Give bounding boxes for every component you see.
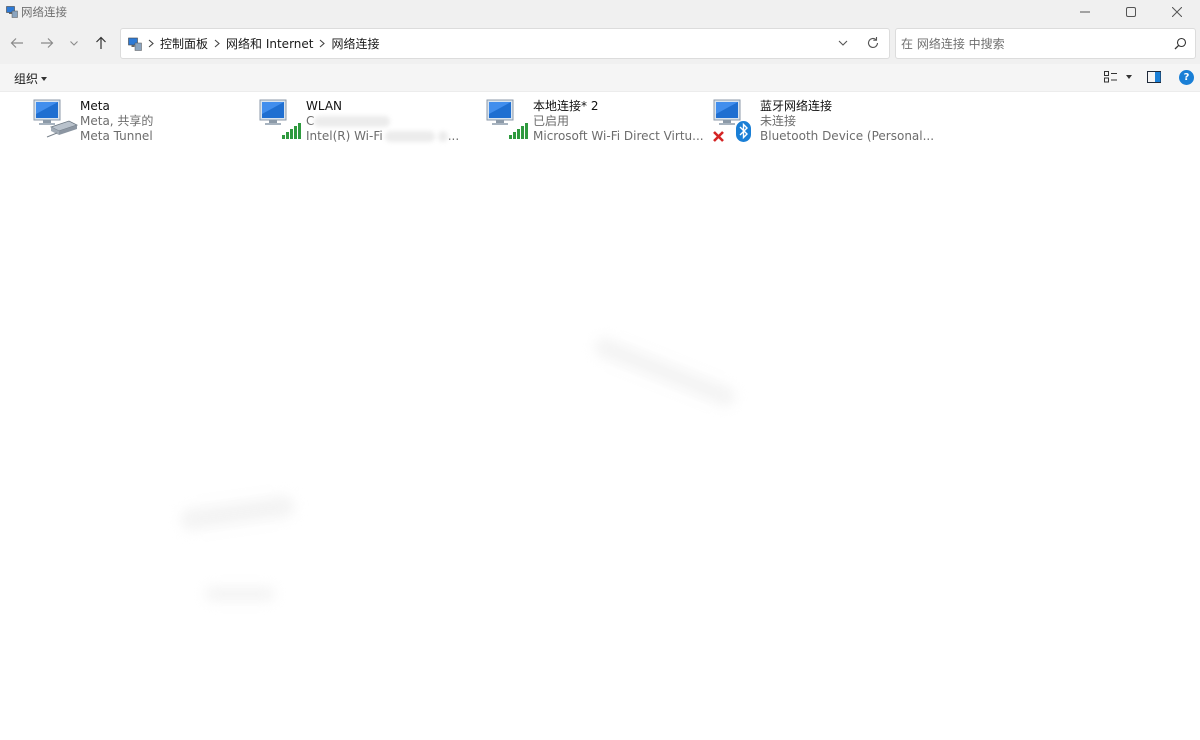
connection-texts: 蓝牙网络连接 未连接 Bluetooth Device (Personal... <box>760 99 934 144</box>
x-mark-icon <box>713 131 724 142</box>
wireless-adapter-icon <box>259 99 301 139</box>
background-artifact <box>179 494 296 532</box>
chevron-down-icon <box>838 40 848 46</box>
connection-item-meta[interactable]: Meta Meta, 共享的 Meta Tunnel <box>33 97 260 145</box>
chevron-right-icon[interactable] <box>214 39 220 48</box>
breadcrumb-network-connections[interactable]: 网络连接 <box>331 35 379 52</box>
connection-status: 已启用 <box>533 114 570 128</box>
chevron-down-icon <box>70 41 78 46</box>
command-bar: 组织 ? <box>0 64 1200 92</box>
redacted-block <box>384 131 435 142</box>
connection-item-bluetooth[interactable]: 蓝牙网络连接 未连接 Bluetooth Device (Personal... <box>713 97 940 145</box>
preview-pane-button[interactable] <box>1147 71 1161 86</box>
connection-device: Bluetooth Device (Personal... <box>760 129 935 143</box>
chevron-right-icon[interactable] <box>148 39 154 48</box>
maximize-icon <box>1126 6 1136 17</box>
refresh-button[interactable] <box>866 36 880 53</box>
connection-texts: 本地连接* 2 已启用 Microsoft Wi-Fi Direct Virtu… <box>533 99 704 144</box>
network-icon <box>128 37 142 51</box>
network-adapter-icon <box>33 99 79 138</box>
view-options-button[interactable] <box>1104 71 1132 83</box>
connection-name: WLAN <box>306 99 343 113</box>
arrow-left-icon <box>10 38 23 48</box>
minimize-button[interactable] <box>1062 0 1108 23</box>
chevron-right-icon[interactable] <box>319 39 326 48</box>
recent-locations-button[interactable] <box>64 33 84 53</box>
title-bar: 网络连接 <box>0 0 1200 23</box>
preview-pane-icon <box>1147 71 1161 83</box>
background-artifact <box>205 587 275 601</box>
address-bar[interactable]: 控制面板 网络和 Internet 网络连接 <box>120 28 890 59</box>
up-button[interactable] <box>91 33 111 53</box>
connections-view: Meta Meta, 共享的 Meta Tunnel WLAN C Intel(… <box>0 92 1200 740</box>
connection-texts: Meta Meta, 共享的 Meta Tunnel <box>80 99 153 144</box>
connection-status: 未连接 <box>760 114 797 128</box>
connection-device: Meta Tunnel <box>80 129 153 143</box>
network-connections-app-icon <box>6 5 18 18</box>
close-button[interactable] <box>1154 0 1200 23</box>
signal-bars-icon <box>282 123 301 139</box>
search-box[interactable] <box>895 28 1196 59</box>
minimize-icon <box>1080 11 1090 12</box>
back-button[interactable] <box>7 33 27 53</box>
connection-status: Meta, 共享的 <box>80 114 154 128</box>
connection-texts: WLAN C Intel(R) Wi-Fi... <box>306 99 459 144</box>
forward-button[interactable] <box>37 33 57 53</box>
search-input[interactable] <box>901 36 1161 51</box>
caret-down-icon <box>41 76 48 81</box>
organize-label: 组织 <box>14 72 39 86</box>
wireless-adapter-icon <box>486 99 528 139</box>
signal-bars-icon <box>509 123 528 139</box>
connection-device: Intel(R) Wi-Fi... <box>306 129 459 144</box>
organize-menu-button[interactable]: 组织 <box>14 70 48 87</box>
breadcrumb-control-panel[interactable]: 控制面板 <box>160 35 208 52</box>
connection-item-wlan[interactable]: WLAN C Intel(R) Wi-Fi... <box>259 97 486 145</box>
bluetooth-icon <box>736 121 751 142</box>
redacted-block <box>437 131 448 142</box>
connection-device: Microsoft Wi-Fi Direct Virtu... <box>533 129 704 143</box>
connection-name: Meta <box>80 99 110 113</box>
navigation-bar: 控制面板 网络和 Internet 网络连接 <box>0 23 1200 64</box>
arrow-right-icon <box>41 38 54 48</box>
connection-name: 本地连接* 2 <box>533 99 599 113</box>
address-history-button[interactable] <box>837 37 849 52</box>
maximize-button[interactable] <box>1108 0 1154 23</box>
connection-status: C <box>306 114 459 129</box>
connection-name: 蓝牙网络连接 <box>760 99 833 113</box>
caret-down-icon <box>1126 75 1132 79</box>
close-icon <box>1172 6 1182 17</box>
breadcrumb-network-and-internet[interactable]: 网络和 Internet <box>226 35 313 52</box>
refresh-icon <box>867 37 879 48</box>
background-artifact <box>591 334 739 410</box>
connection-item-local-area-2[interactable]: 本地连接* 2 已启用 Microsoft Wi-Fi Direct Virtu… <box>486 97 713 145</box>
redacted-block <box>314 116 391 127</box>
window-title: 网络连接 <box>21 4 67 19</box>
arrow-up-icon <box>96 36 106 49</box>
bluetooth-adapter-icon <box>713 99 751 142</box>
connection-device-ellipsis: ... <box>447 129 460 143</box>
connection-status-text: C <box>306 114 315 128</box>
window-controls <box>1062 0 1200 23</box>
search-icon[interactable] <box>1174 37 1187 53</box>
connection-device-text: Intel(R) Wi-Fi <box>306 129 383 143</box>
view-options-icon <box>1104 71 1117 83</box>
help-icon[interactable]: ? <box>1179 70 1194 85</box>
